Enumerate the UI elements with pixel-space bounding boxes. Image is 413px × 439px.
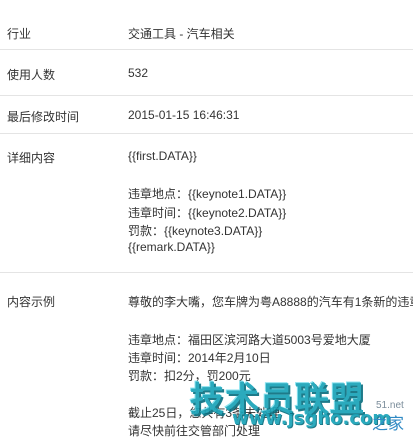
industry-value: 交通工具 - 汽车相关 xyxy=(128,27,235,41)
watermark-url: www.jsgho.com xyxy=(232,408,392,429)
example-line-location: 违章地点：福田区滨河路大道5003号爱地大厦 xyxy=(128,333,371,347)
row-users: 使用人数 532 xyxy=(0,50,413,96)
last-modified-label: 最后修改时间 xyxy=(7,110,80,124)
row-detail: 详细内容 {{first.DATA}} 违章地点：{{keynote1.DATA… xyxy=(0,134,413,273)
last-modified-value: 2015-01-15 16:46:31 xyxy=(128,108,240,122)
row-last-modified: 最后修改时间 2015-01-15 16:46:31 xyxy=(0,96,413,134)
watermark-side-brand: 之家 xyxy=(372,416,405,433)
detail-label: 详细内容 xyxy=(7,151,56,165)
example-line-greeting: 尊敬的李大嘴，您车牌为粤A8888的汽车有1条新的违章, xyxy=(128,295,413,309)
users-label: 使用人数 xyxy=(7,68,56,82)
detail-line-first: {{first.DATA}} xyxy=(128,149,197,163)
detail-line-keynote1: 违章地点：{{keynote1.DATA}} xyxy=(128,187,287,201)
detail-line-remark: {{remark.DATA}} xyxy=(128,240,215,254)
example-label: 内容示例 xyxy=(7,295,56,309)
row-industry: 行业 交通工具 - 汽车相关 xyxy=(0,0,413,50)
users-value: 532 xyxy=(128,66,149,80)
industry-label: 行业 xyxy=(7,27,32,41)
detail-line-keynote2: 违章时间：{{keynote2.DATA}} xyxy=(128,206,287,220)
detail-line-keynote3: 罚款：{{keynote3.DATA}} xyxy=(128,224,263,238)
example-line-time: 违章时间：2014年2月10日 xyxy=(128,351,271,365)
